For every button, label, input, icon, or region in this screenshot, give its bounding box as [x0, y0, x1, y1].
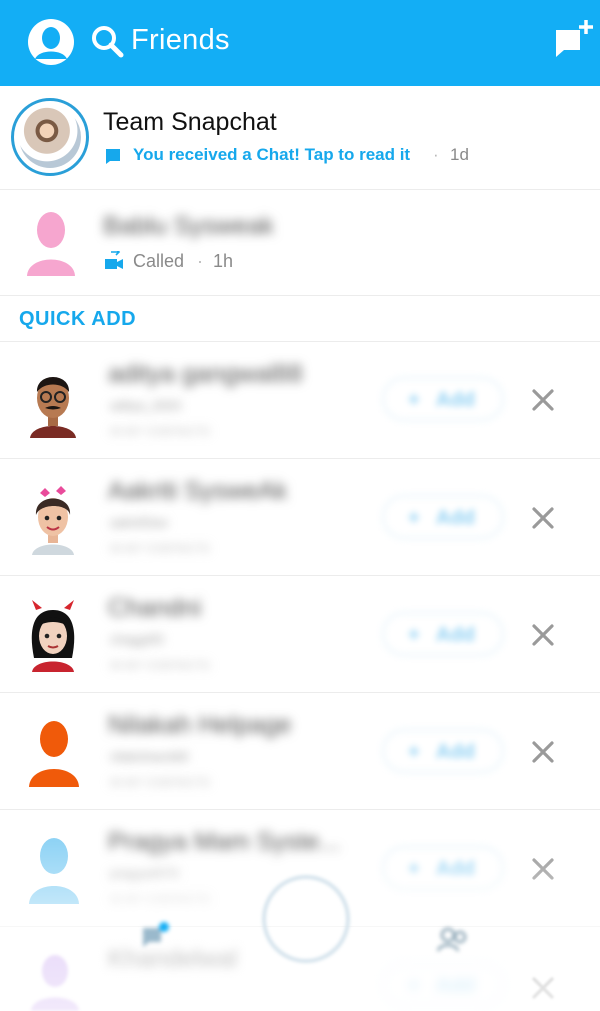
close-icon[interactable]: [530, 622, 556, 648]
search-icon: [92, 26, 124, 58]
new-chat-button[interactable]: [552, 18, 594, 60]
top-bar: Friends: [0, 0, 600, 86]
chat-row-team-snapchat[interactable]: [0, 86, 600, 189]
add-label: Add: [436, 624, 475, 646]
new-chat-icon: [556, 20, 593, 57]
close-icon[interactable]: [530, 975, 556, 1001]
avatar-placeholder-icon: [29, 721, 79, 787]
avatar: [19, 106, 81, 168]
chat-time: 1d: [450, 145, 469, 164]
quick-add-name: Pragya Mam Syste...: [108, 828, 341, 856]
plus-icon: +: [408, 389, 420, 411]
chat-status: You received a Chat! Tap to read it: [133, 145, 411, 164]
profile-button[interactable]: [28, 19, 74, 65]
plus-icon: +: [408, 507, 420, 529]
quick-add-username: aakriti3sw: [110, 515, 168, 530]
quick-add-context: IN MY CONTACTS: [110, 777, 211, 789]
add-friend-button[interactable]: + Add: [382, 612, 504, 656]
bitmoji-avatar: [31, 600, 75, 672]
separator-dot: ·: [433, 145, 439, 164]
stories-icon[interactable]: [436, 925, 470, 953]
add-friend-button[interactable]: + Add: [382, 729, 504, 773]
chat-row-recent-call[interactable]: [0, 190, 600, 295]
quick-add-context: IN MY CONTACTS: [110, 426, 211, 438]
add-label: Add: [436, 389, 475, 411]
close-icon[interactable]: [530, 739, 556, 765]
story-avatar[interactable]: [11, 98, 89, 176]
quick-add-name: Chandni: [108, 594, 202, 622]
quick-add-name: Nilakah Helpage: [108, 711, 292, 739]
quick-add-row: [0, 576, 600, 692]
close-icon[interactable]: [530, 856, 556, 882]
quick-add-username: aditya_2003: [110, 398, 181, 413]
bitmoji-avatar: [30, 377, 76, 438]
quick-add-context: IN MY CONTACTS: [110, 660, 211, 672]
separator-dot: ·: [197, 251, 203, 271]
quick-add-row: [0, 693, 600, 809]
chat-name: Team Snapchat: [103, 108, 277, 136]
quick-add-row: [0, 459, 600, 575]
search-button[interactable]: [90, 24, 124, 58]
avatar-placeholder-icon: [27, 212, 75, 276]
quick-add-name: Aakriti SysweAk: [108, 477, 288, 505]
add-label: Add: [436, 975, 475, 997]
plus-icon: +: [408, 741, 420, 763]
quick-add-username: chagg4f3: [110, 632, 164, 647]
call-time: 1h: [213, 251, 234, 271]
quick-add-name: aditya gangwal88: [108, 360, 303, 388]
add-friend-button[interactable]: + Add: [382, 963, 504, 1007]
bitmoji-avatar: [32, 486, 74, 555]
add-friend-button[interactable]: + Add: [382, 495, 504, 539]
add-label: Add: [436, 858, 475, 880]
page-title: Friends: [131, 24, 230, 56]
quick-add-context: IN MY CONTACTS: [110, 894, 211, 906]
close-icon[interactable]: [530, 387, 556, 413]
add-label: Add: [436, 741, 475, 763]
add-friend-button[interactable]: + Add: [382, 377, 504, 421]
quick-add-context: IN MY CONTACTS: [110, 543, 211, 555]
add-friend-button[interactable]: + Add: [382, 846, 504, 890]
add-label: Add: [436, 507, 475, 529]
quick-add-header: QUICK ADD: [19, 308, 137, 330]
quick-add-name: Khandelwal: [108, 945, 238, 973]
quick-add-username: nilakshasnik8: [110, 749, 189, 764]
divider: [0, 295, 600, 296]
chat-bubble-icon: [106, 149, 120, 164]
avatar-placeholder-icon: [31, 955, 79, 1011]
camera-button[interactable]: [262, 875, 350, 963]
video-call-icon: [105, 251, 123, 269]
chat-icon[interactable]: [140, 922, 170, 952]
plus-icon: +: [408, 975, 420, 997]
close-icon[interactable]: [530, 505, 556, 531]
call-status: Called: [133, 251, 185, 271]
profile-icon: [30, 21, 72, 63]
avatar-placeholder-icon: [29, 838, 79, 904]
quick-add-username: pragya4570: [110, 866, 179, 881]
plus-icon: +: [408, 858, 420, 880]
chat-name: Bablu Sysweak: [103, 212, 274, 240]
plus-icon: +: [408, 624, 420, 646]
